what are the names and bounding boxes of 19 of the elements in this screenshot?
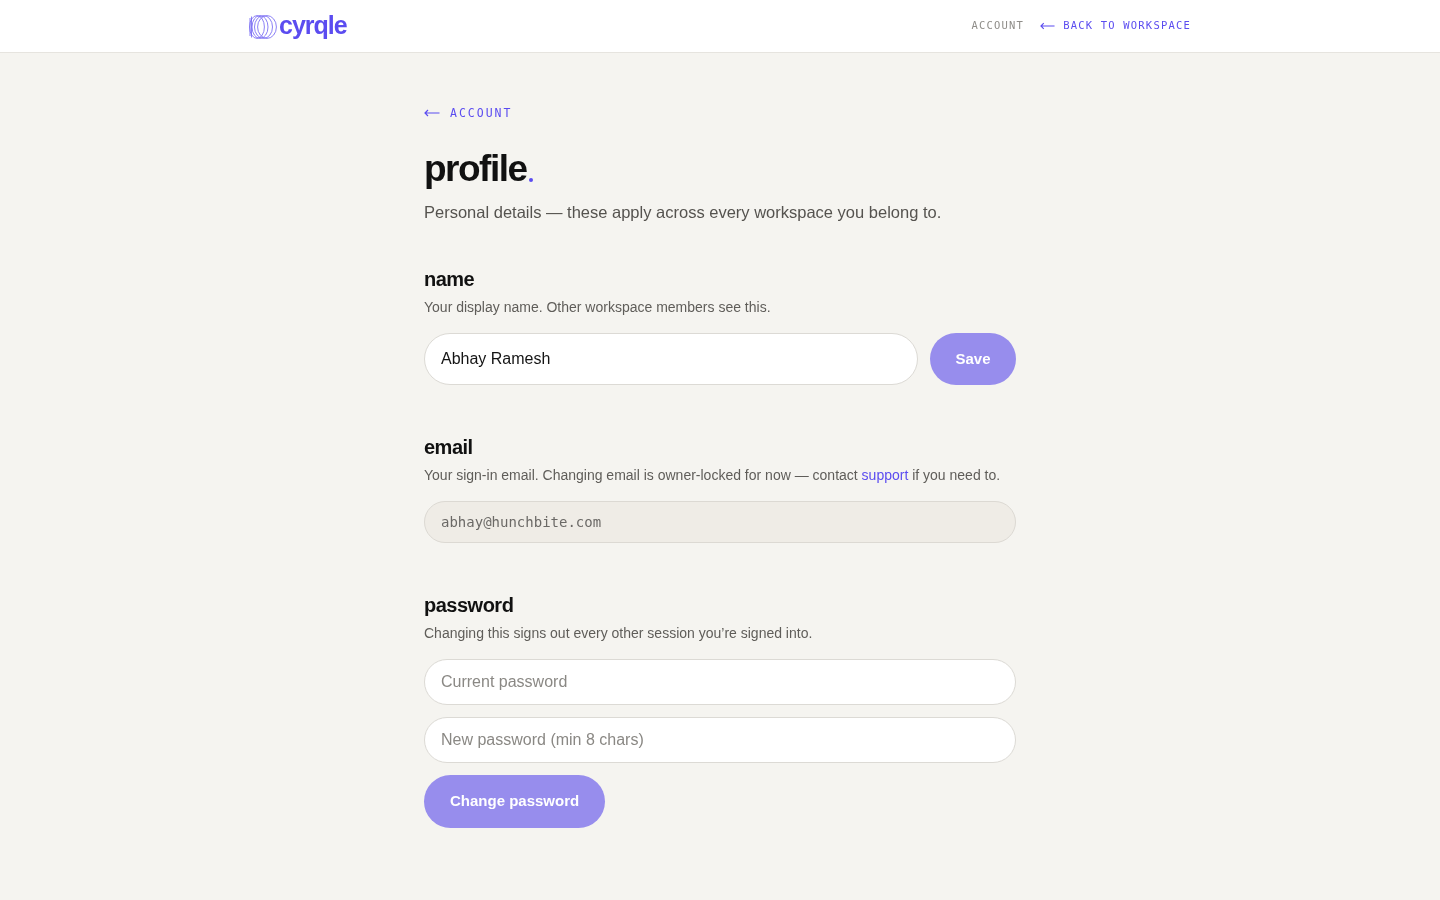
password-field[interactable]: Current password xyxy=(424,659,1016,705)
section-heading: email xyxy=(424,435,474,460)
arrow-left-icon xyxy=(1040,22,1056,30)
name-field[interactable]: Abhay Ramesh xyxy=(424,333,918,385)
section-description: Changing this signs out every other session you’re signed into. xyxy=(424,624,814,643)
arrow-left-icon xyxy=(424,109,440,117)
page-title: profile xyxy=(424,149,527,189)
back-to-workspace-link[interactable]: BACK TO WORKSPACE xyxy=(1040,18,1191,34)
password-field[interactable]: New password (min 8 chars) xyxy=(424,717,1016,763)
rings-logo-icon xyxy=(249,15,277,39)
section-description: Your sign-in email. Changing email is owner-locked for now — contact support if you need to. xyxy=(424,466,1002,485)
page-subtitle: Personal details — these apply across every workspace you belong to. xyxy=(424,202,943,223)
section-heading: password xyxy=(424,593,515,618)
back-to-account-link[interactable]: ACCOUNT xyxy=(424,105,513,121)
account-link[interactable]: ACCOUNT xyxy=(971,18,1025,34)
section-heading: name xyxy=(424,267,476,292)
section-description: Your display name. Other workspace members see this. xyxy=(424,298,772,317)
logo-wordmark: cyrqle xyxy=(279,13,347,41)
support-link[interactable]: support xyxy=(861,467,909,483)
